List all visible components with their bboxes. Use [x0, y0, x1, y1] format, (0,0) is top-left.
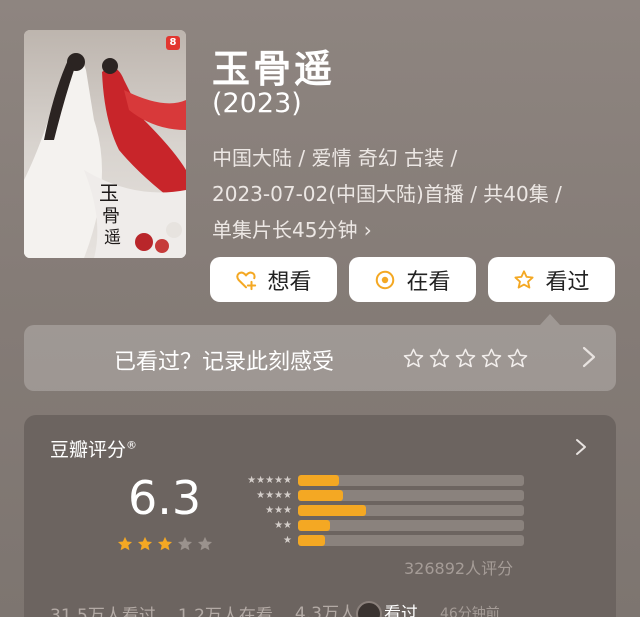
score-star-icon [157, 536, 173, 551]
rate-star-5-icon[interactable] [506, 347, 529, 370]
histogram-track [298, 520, 524, 531]
mini-star-icon: ★ [274, 504, 284, 516]
histogram-track [298, 505, 524, 516]
want-count[interactable]: 4.3万人 看过 [295, 599, 418, 617]
show-meta-duration[interactable]: 单集片长45分钟 › [212, 214, 372, 243]
chevron-right-icon [582, 346, 596, 368]
rate-star-3-icon[interactable] [454, 347, 477, 370]
score-star-icon [177, 536, 193, 551]
score-star-icon [137, 536, 153, 551]
doing-label: 在看 [406, 269, 451, 295]
histogram-row: ★ [230, 534, 524, 546]
watching-button[interactable]: 在看 [349, 257, 476, 302]
rate-star-2-icon[interactable] [428, 347, 451, 370]
rating-count: 326892人评分 [404, 559, 514, 578]
registered-mark: ® [126, 438, 138, 452]
histogram-row: ★ ★ ★ [230, 504, 524, 516]
watched-count[interactable]: 31.5万人看过 [50, 601, 156, 617]
histogram-track [298, 475, 524, 486]
mini-star-icon: ★ [274, 519, 284, 531]
histogram-row: ★ ★ ★ ★ ★ [230, 474, 524, 486]
show-year: (2023) [212, 88, 302, 119]
done-label: 看过 [545, 269, 590, 295]
histogram-row-stars: ★ ★ ★ ★ ★ [230, 474, 292, 486]
show-title: 玉骨遥 [212, 47, 336, 91]
mini-star-icon: ★ [274, 489, 284, 501]
mini-star-icon: ★ [283, 474, 292, 486]
svg-text:玉: 玉 [99, 181, 119, 205]
rate-star-1-icon[interactable] [402, 347, 425, 370]
record-prompt: 已看过？记录此刻感受 [114, 350, 335, 375]
watching-count[interactable]: 1.2万人在看 [178, 601, 273, 617]
score-stars [116, 535, 214, 553]
score-star-icon [197, 536, 213, 551]
mini-star-icon: ★ [265, 474, 275, 486]
want-label: 想看 [267, 269, 312, 295]
rate-star-4-icon[interactable] [480, 347, 503, 370]
histogram-bar [298, 475, 339, 486]
want-to-watch-button[interactable]: 想看 [210, 257, 337, 302]
mini-star-icon: ★ [256, 474, 266, 486]
rating-label-text: 豆瓣评分 [50, 439, 127, 461]
mini-star-icon: ★ [283, 534, 292, 546]
histogram-bar [298, 490, 344, 501]
platform-badge: 8 [166, 36, 180, 50]
rate-stars[interactable] [402, 347, 529, 370]
rating-label: 豆瓣评分® [50, 435, 137, 462]
histogram-track [298, 490, 524, 501]
mini-star-icon: ★ [274, 474, 284, 486]
show-meta-premiere: 2023-07-02(中国大陆)首播 / 共40集 / [212, 182, 562, 206]
record-feeling-bar[interactable]: 已看过？记录此刻感受 [24, 325, 616, 391]
histogram-track [298, 535, 524, 546]
histogram-bar [298, 505, 366, 516]
chevron-right-icon[interactable] [574, 437, 588, 457]
show-meta-genres: 中国大陆 / 爱情 奇幻 古装 / [212, 146, 458, 170]
histogram-row-stars: ★ ★ ★ [230, 504, 292, 516]
rating-score: 6.3 [128, 471, 202, 525]
poster-image[interactable]: 玉 骨 遥 8 [24, 30, 186, 258]
want-count-text: 4.3万人 [294, 604, 356, 617]
friend-time: 46分钟前 [439, 606, 500, 617]
watch-stats: 31.5万人看过 1.2万人在看 4.3万人 看过 46分钟前 [50, 599, 500, 617]
target-icon [376, 270, 395, 289]
histogram-row: ★ ★ ★ ★ [230, 489, 524, 501]
histogram-row-stars: ★ [230, 534, 292, 546]
heart-plus-icon [236, 271, 257, 290]
histogram-bar [298, 535, 326, 546]
friend-action: 看过 [383, 604, 418, 617]
star-outline-icon [514, 269, 535, 289]
mini-star-icon: ★ [283, 489, 292, 501]
svg-text:遥: 遥 [104, 228, 121, 248]
histogram-row: ★ ★ [230, 519, 524, 531]
histogram-row-stars: ★ ★ [230, 519, 292, 531]
score-star-icon [117, 536, 133, 551]
mini-star-icon: ★ [283, 504, 292, 516]
mini-star-icon: ★ [265, 489, 275, 501]
svg-text:骨: 骨 [102, 206, 120, 227]
histogram-row-stars: ★ ★ ★ ★ [230, 489, 292, 501]
mini-star-icon: ★ [283, 519, 292, 531]
friend-avatar [355, 601, 382, 617]
histogram-bar [298, 520, 330, 531]
mini-star-icon: ★ [265, 504, 275, 516]
mini-star-icon: ★ [256, 489, 266, 501]
watched-button[interactable]: 看过 [488, 257, 615, 302]
poster-artwork: 玉 骨 遥 [24, 30, 186, 258]
douban-rating-card[interactable]: 豆瓣评分® 6.3 ★ ★ ★ ★ ★ ★ ★ ★ ★ ★ ★ ★ ★ ★ ★ 326892人评分 31.5… [24, 415, 616, 617]
mini-star-icon: ★ [247, 474, 257, 486]
popover-caret [540, 314, 560, 325]
